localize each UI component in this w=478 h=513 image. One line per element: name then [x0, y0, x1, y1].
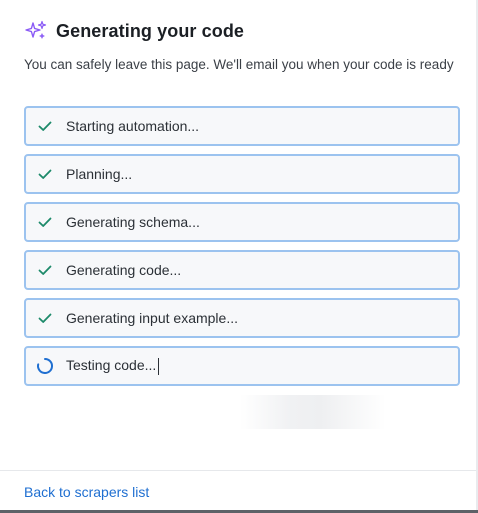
- check-icon: [36, 165, 54, 183]
- check-icon: [36, 213, 54, 231]
- check-icon: [36, 261, 54, 279]
- step-testing-code: Testing code...: [24, 346, 460, 386]
- page-header: Generating your code: [24, 17, 244, 45]
- step-label: Testing code...: [66, 357, 160, 375]
- check-icon: [36, 309, 54, 327]
- spinner-icon: [36, 357, 54, 375]
- step-starting-automation: Starting automation...: [24, 106, 460, 146]
- step-label: Starting automation...: [66, 118, 200, 134]
- loading-skeleton: [240, 395, 386, 429]
- step-label: Generating code...: [66, 262, 182, 278]
- text-cursor: [158, 357, 160, 375]
- footer-divider: [0, 470, 478, 471]
- check-icon: [36, 117, 54, 135]
- step-generating-input-example: Generating input example...: [24, 298, 460, 338]
- step-planning: Planning...: [24, 154, 460, 194]
- step-label: Generating schema...: [66, 214, 200, 230]
- sparkle-icon: [24, 19, 48, 43]
- step-generating-code: Generating code...: [24, 250, 460, 290]
- progress-steps-list: Starting automation... Planning... Gener…: [24, 106, 460, 394]
- step-label: Generating input example...: [66, 310, 238, 326]
- page-title: Generating your code: [56, 20, 245, 41]
- step-generating-schema: Generating schema...: [24, 202, 460, 242]
- info-text: You can safely leave this page. We'll em…: [24, 57, 454, 72]
- back-to-scrapers-link[interactable]: Back to scrapers list: [24, 484, 149, 500]
- step-label: Planning...: [66, 166, 133, 182]
- generation-page: Generating your code You can safely leav…: [0, 0, 478, 513]
